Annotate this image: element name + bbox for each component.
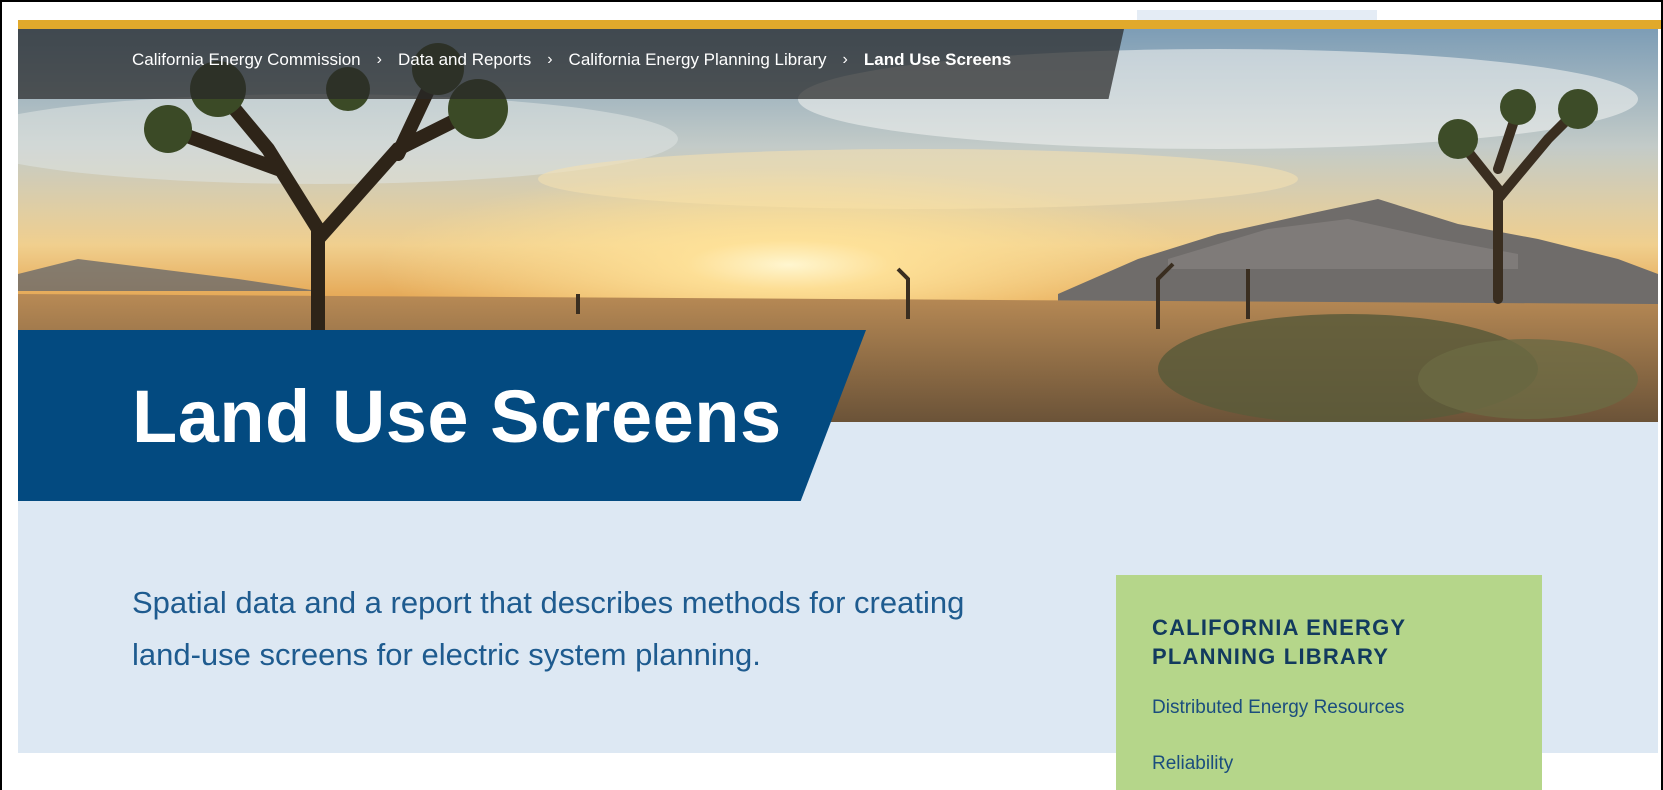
sidebar-link-reliability[interactable]: Reliability [1152,753,1233,775]
breadcrumb-link-energy-commission[interactable]: California Energy Commission [132,50,361,70]
accent-bar [18,20,1661,29]
sidebar-heading: CALIFORNIA ENERGY PLANNING LIBRARY [1152,615,1406,669]
header-gap [1137,10,1377,20]
page-frame: California Energy Commission › Data and … [0,0,1663,790]
chevron-right-icon: › [842,51,848,68]
breadcrumb-current-page: Land Use Screens [863,50,1012,69]
chevron-right-icon: › [376,51,382,68]
page-title: Land Use Screens [132,375,782,458]
breadcrumb-link-data-and-reports[interactable]: Data and Reports [398,50,531,70]
chevron-right-icon: › [547,51,553,68]
intro-text: Spatial data and a report that describes… [132,585,965,672]
sidebar-card: CALIFORNIA ENERGY PLANNING LIBRARY Distr… [1116,575,1542,790]
sidebar-link-distributed-energy[interactable]: Distributed Energy Resources [1152,697,1404,719]
breadcrumb-link-energy-planning-library[interactable]: California Energy Planning Library [569,50,827,70]
breadcrumb: California Energy Commission › Data and … [132,50,1011,70]
